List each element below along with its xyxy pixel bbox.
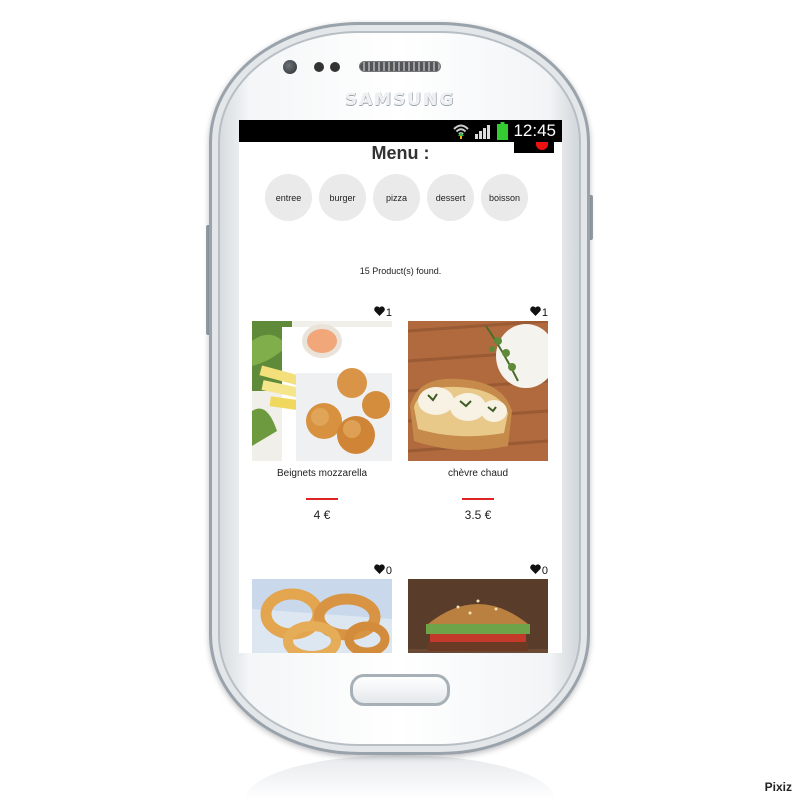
product-name: chèvre chaud [447, 468, 509, 479]
price-divider [306, 498, 338, 500]
front-camera [283, 60, 297, 74]
page-title: Menu : [371, 143, 430, 163]
product-card[interactable]: 1 Beignets mozzarella 4 € [252, 306, 392, 526]
heart-icon [374, 306, 385, 319]
home-button[interactable] [350, 674, 450, 706]
product-card[interactable]: 1 chèvre chaud 3.5 € [408, 306, 548, 526]
category-dessert[interactable]: dessert [427, 174, 474, 221]
results-count: 15 Product(s) found. [359, 266, 442, 276]
brand-logo: SAMSUNG [344, 90, 456, 110]
watermark-label: Pixiz [764, 780, 792, 794]
product-name: Beignets mozzarella [276, 468, 368, 479]
price-divider [462, 498, 494, 500]
battery-icon [497, 122, 509, 140]
category-list: entree burger pizza dessert boisson [265, 174, 528, 221]
like-count: 1 [541, 306, 548, 319]
category-entree[interactable]: entree [265, 174, 312, 221]
like-counter[interactable]: 0 [374, 564, 392, 577]
product-price: 3.5 € [464, 508, 492, 522]
product-image[interactable] [252, 579, 392, 653]
category-burger[interactable]: burger [319, 174, 366, 221]
category-boisson[interactable]: boisson [481, 174, 528, 221]
like-count: 0 [385, 564, 392, 577]
heart-icon [530, 306, 541, 319]
like-counter[interactable]: 0 [530, 564, 548, 577]
earpiece-speaker [359, 61, 441, 72]
signal-icon [474, 123, 492, 139]
status-bar: 12:45 [239, 120, 562, 142]
status-time: 12:45 [513, 121, 556, 140]
product-image[interactable] [408, 579, 548, 653]
product-image[interactable] [252, 321, 392, 461]
like-count: 1 [385, 306, 392, 319]
light-sensor [330, 62, 340, 72]
heart-icon [374, 564, 385, 577]
product-card[interactable]: 0 [252, 564, 392, 653]
category-pizza[interactable]: pizza [373, 174, 420, 221]
wifi-icon [453, 123, 470, 139]
product-image[interactable] [408, 321, 548, 461]
product-price: 4 € [313, 508, 331, 522]
proximity-sensor [314, 62, 324, 72]
phone-reflection [245, 755, 555, 800]
heart-icon [530, 564, 541, 577]
phone-screen: 12:45 Menu : entree burger pizza dessert… [239, 120, 562, 653]
like-counter[interactable]: 1 [374, 306, 392, 319]
like-counter[interactable]: 1 [530, 306, 548, 319]
product-card[interactable]: 0 [408, 564, 548, 653]
like-count: 0 [541, 564, 548, 577]
